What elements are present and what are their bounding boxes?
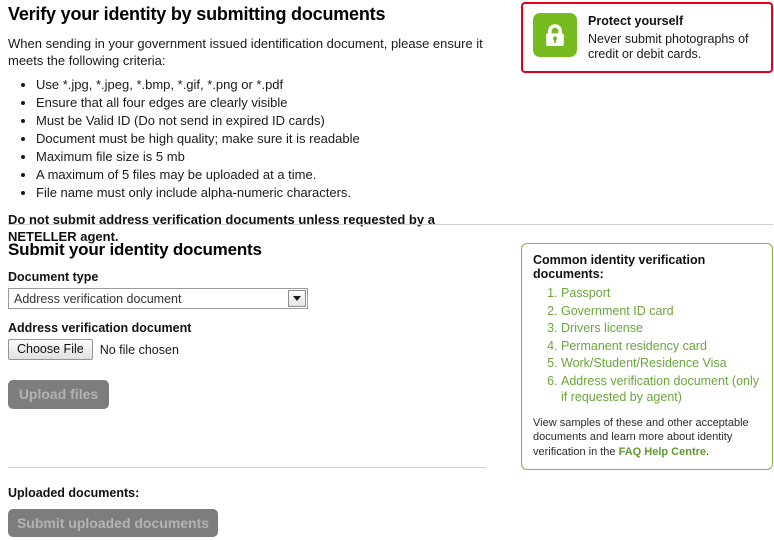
list-item: Ensure that all four edges are clearly v… [36,95,500,111]
document-type-select[interactable]: Address verification document [8,288,308,309]
document-type-selected-value: Address verification document [14,292,182,306]
list-item: Address verification document (only if r… [561,373,762,406]
common-documents-list: Passport Government ID card Drivers lice… [533,285,762,406]
chevron-down-icon[interactable] [288,290,306,307]
uploaded-documents-label: Uploaded documents: [8,486,140,500]
list-item: A maximum of 5 files may be uploaded at … [36,167,500,183]
page-root: Verify your identity by submitting docum… [0,0,774,540]
protect-yourself-box: Protect yourself Never submit photograph… [521,2,773,73]
list-item: Document must be high quality; make sure… [36,131,500,147]
file-input-row: Choose File No file chosen [8,339,500,360]
protect-yourself-title: Protect yourself [588,14,684,28]
file-status-text: No file chosen [99,342,179,357]
list-item: Passport [561,285,762,302]
divider-bottom [8,467,486,469]
list-item: File name must only include alpha-numeri… [36,185,500,201]
upload-files-button[interactable]: Upload files [8,380,109,409]
choose-file-button[interactable]: Choose File [8,339,93,360]
list-item: Use *.jpg, *.jpeg, *.bmp, *.gif, *.png o… [36,77,500,93]
common-documents-box: Common identity verification documents: … [521,243,773,470]
list-item: Maximum file size is 5 mb [36,149,500,165]
criteria-list: Use *.jpg, *.jpeg, *.bmp, *.gif, *.png o… [8,77,500,201]
padlock-icon [533,13,577,57]
common-documents-note: View samples of these and other acceptab… [533,416,762,460]
list-item: Must be Valid ID (Do not send in expired… [36,113,500,129]
list-item: Drivers license [561,320,762,337]
file-field-label: Address verification document [8,321,192,335]
section-title: Submit your identity documents [8,240,262,259]
submit-documents-form: Submit your identity documents Document … [8,240,500,409]
protect-yourself-body: Never submit photographs of credit or de… [588,32,749,61]
page-title: Verify your identity by submitting docum… [8,4,386,24]
protect-yourself-text: Protect yourself Never submit photograph… [588,13,762,62]
faq-help-centre-link[interactable]: FAQ Help Centre [619,446,706,458]
note-text-after: . [706,445,710,458]
list-item: Work/Student/Residence Visa [561,355,762,372]
uploaded-documents-section: Uploaded documents: Submit uploaded docu… [8,486,488,537]
intro-paragraph: When sending in your government issued i… [8,36,483,68]
chevron-down-glyph [293,296,301,301]
list-item: Permanent residency card [561,338,762,355]
divider-top [8,224,773,226]
common-documents-title: Common identity verification documents: [533,253,706,281]
left-column: Verify your identity by submitting docum… [8,0,500,245]
document-type-label: Document type [8,270,99,284]
list-item: Government ID card [561,303,762,320]
submit-uploaded-documents-button[interactable]: Submit uploaded documents [8,509,218,537]
